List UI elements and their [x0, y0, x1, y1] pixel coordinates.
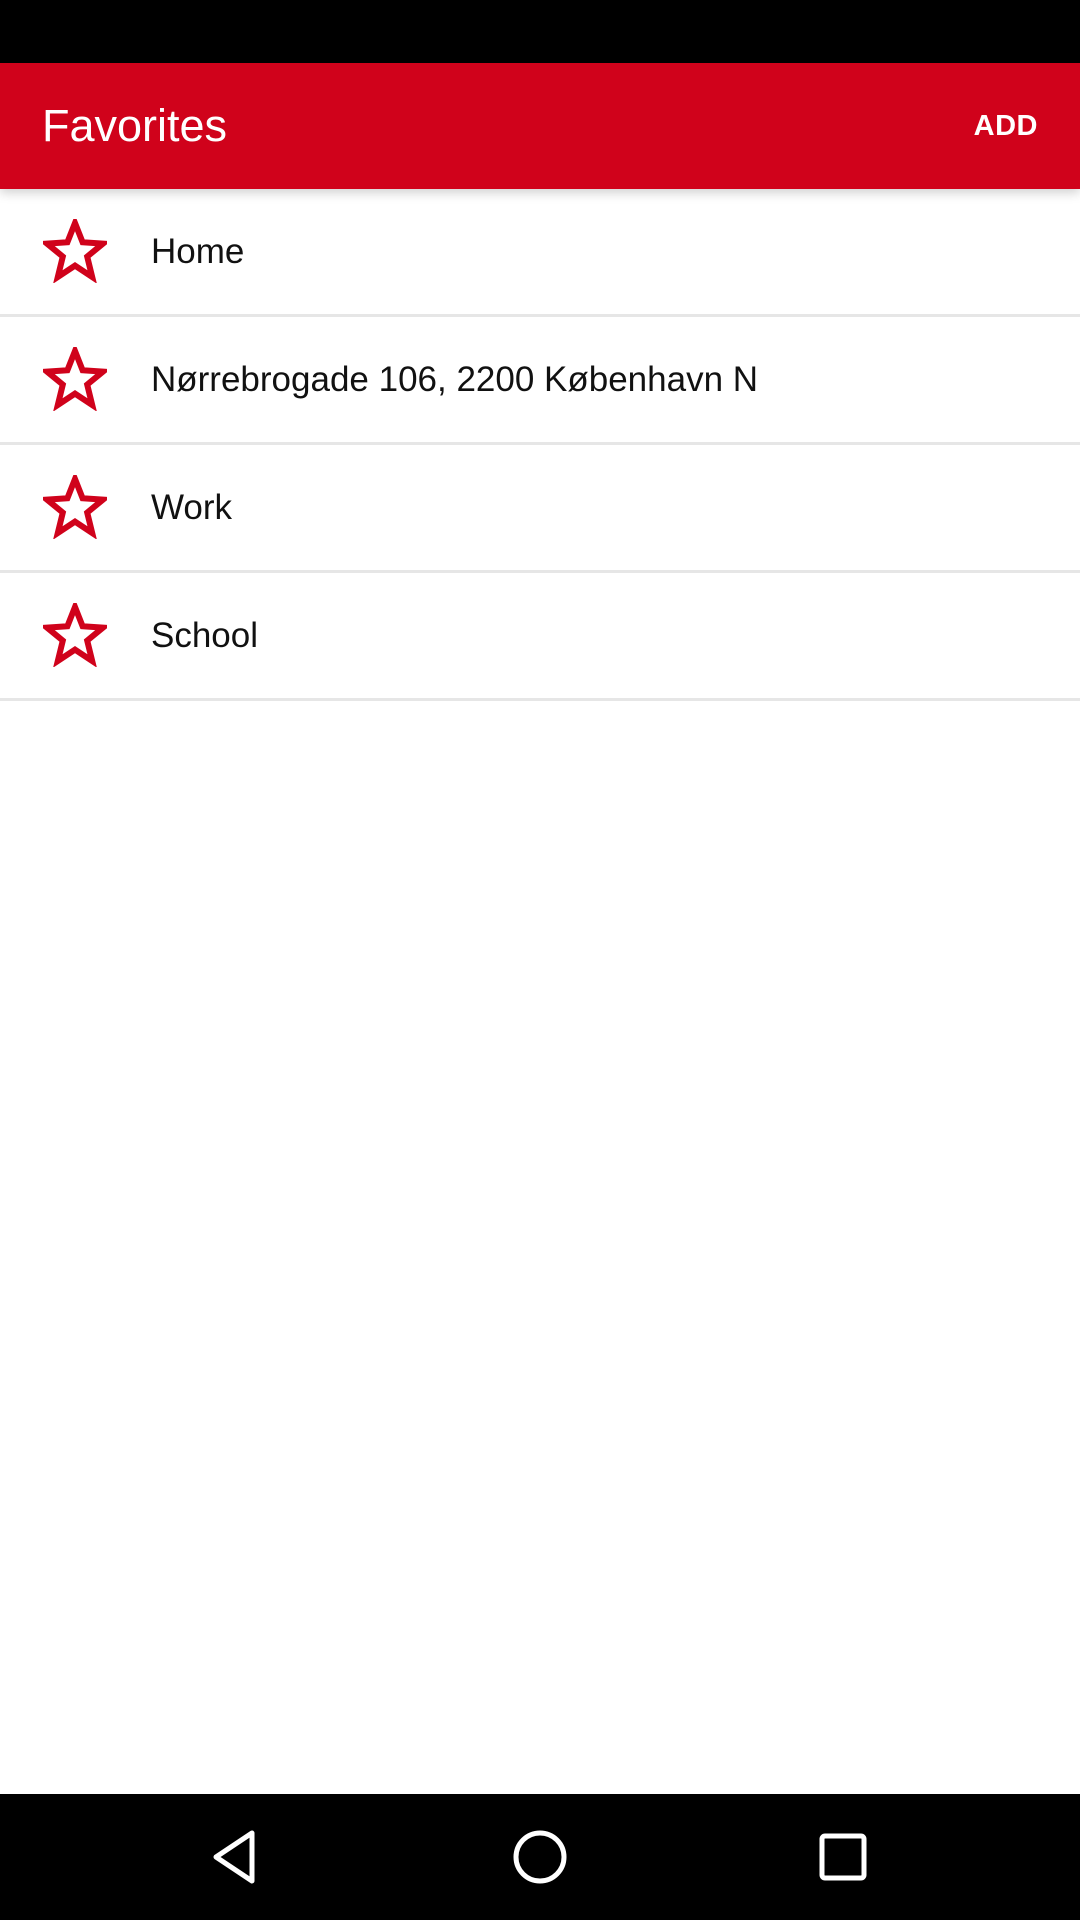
favorite-item-home[interactable]: Home [0, 189, 1080, 317]
app-bar: Favorites ADD [0, 63, 1080, 189]
star-outline-icon[interactable] [43, 475, 107, 539]
star-outline-icon[interactable] [43, 347, 107, 411]
star-outline-icon[interactable] [43, 219, 107, 283]
recents-icon[interactable] [813, 1827, 873, 1887]
favorite-item-label: School [151, 616, 259, 655]
favorite-item-label: Home [151, 232, 245, 271]
favorite-item-address[interactable]: Nørrebrogade 106, 2200 København N [0, 317, 1080, 445]
back-icon[interactable] [207, 1827, 267, 1887]
favorite-item-work[interactable]: Work [0, 445, 1080, 573]
add-favorite-button[interactable]: ADD [974, 63, 1038, 189]
status-bar [0, 0, 1080, 63]
star-outline-icon[interactable] [43, 603, 107, 667]
favorite-item-label: Work [151, 488, 233, 527]
page-title: Favorites [42, 100, 228, 151]
home-icon[interactable] [510, 1827, 570, 1887]
favorite-item-school[interactable]: School [0, 573, 1080, 701]
favorites-list: Home Nørrebrogade 106, 2200 København N … [0, 189, 1080, 701]
navigation-bar [0, 1794, 1080, 1920]
favorite-item-label: Nørrebrogade 106, 2200 København N [151, 360, 759, 399]
